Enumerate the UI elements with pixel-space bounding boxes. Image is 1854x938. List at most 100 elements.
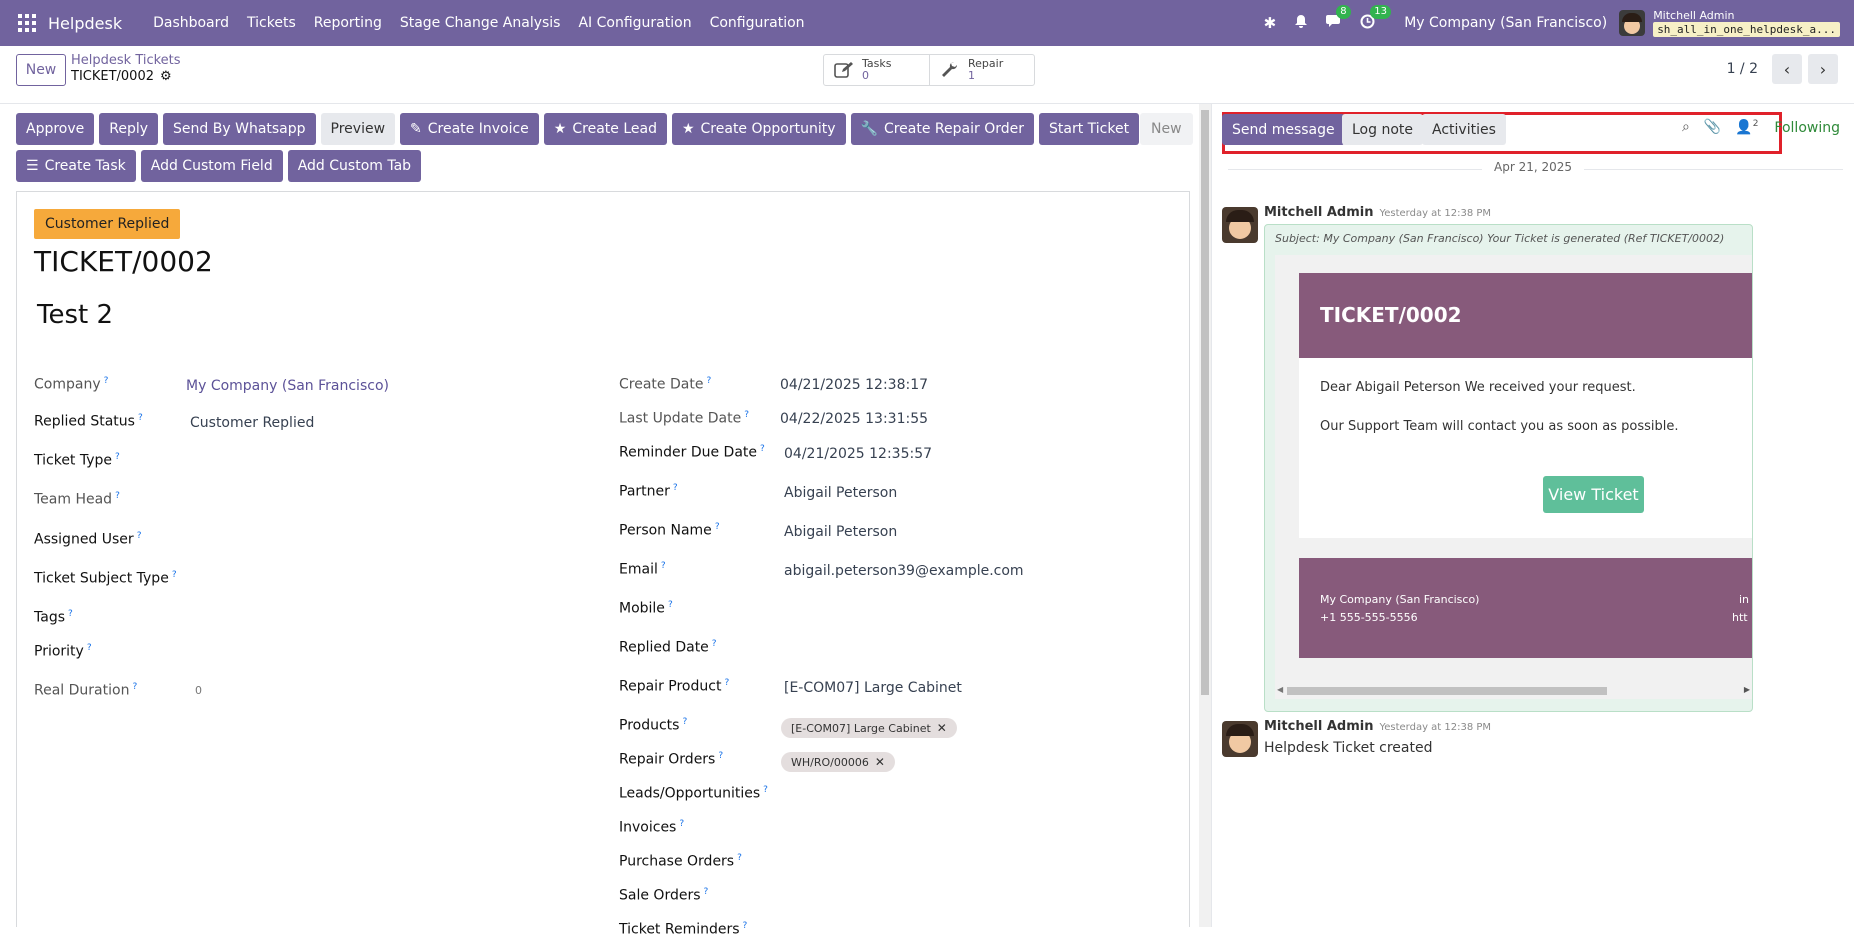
create-invoice-button[interactable]: ✎ Create Invoice (400, 113, 539, 145)
sale-orders-label: Sale Orders? (619, 887, 709, 904)
person-name-label: Person Name? (619, 522, 720, 539)
log-note-button[interactable]: Log note (1342, 114, 1423, 145)
create-opportunity-button[interactable]: ★ Create Opportunity (671, 113, 846, 145)
bell-icon[interactable] (1294, 14, 1308, 33)
remove-tag-icon[interactable]: ✕ (875, 755, 885, 769)
create-lead-label: Create Lead (572, 121, 657, 137)
reminder-due-date-value[interactable]: 04/21/2025 12:35:57 (784, 446, 932, 462)
paperclip-icon[interactable]: 📎 (1704, 119, 1721, 136)
message-bubble: Subject: My Company (San Francisco) Your… (1264, 224, 1753, 712)
email-line2: Our Support Team will contact you as soo… (1320, 419, 1679, 434)
email-footer: My Company (San Francisco) +1 555-555-55… (1299, 558, 1752, 658)
create-invoice-label: Create Invoice (427, 121, 529, 137)
start-ticket-button[interactable]: Start Ticket (1038, 113, 1140, 145)
user-menu[interactable]: Mitchell Admin sh_all_in_one_helpdesk_a.… (1653, 9, 1840, 37)
edit-icon (834, 62, 853, 78)
create-repair-order-label: Create Repair Order (883, 121, 1024, 137)
pager-value[interactable]: 1 / 2 (1727, 61, 1758, 77)
create-lead-button[interactable]: ★ Create Lead (543, 113, 667, 145)
database-name: sh_all_in_one_helpdesk_a... (1653, 22, 1840, 37)
pager: 1 / 2 ‹ › (1727, 54, 1838, 84)
preview-button[interactable]: Preview (320, 113, 396, 145)
repair-order-tag[interactable]: WH/RO/00006 ✕ (781, 752, 895, 772)
scroll-left-icon[interactable]: ◀ (1277, 685, 1283, 694)
replied-status-value[interactable]: Customer Replied (190, 415, 314, 431)
message-author[interactable]: Mitchell Admin Yesterday at 12:38 PM (1264, 719, 1491, 734)
repair-smart-button[interactable]: Repair 1 (929, 55, 1034, 85)
author-avatar[interactable] (1222, 207, 1258, 243)
email-content: Dear Abigail Peterson We received your r… (1299, 358, 1752, 538)
menu-stage-change-analysis[interactable]: Stage Change Analysis (391, 15, 570, 31)
pager-next-button[interactable]: › (1808, 54, 1838, 84)
form-sheet: Customer Replied TICKET/0002 Test 2 Comp… (16, 191, 1190, 938)
message-author[interactable]: Mitchell Admin Yesterday at 12:38 PM (1264, 205, 1491, 220)
activities-badge: 13 (1370, 4, 1391, 19)
top-navbar: Helpdesk Dashboard Tickets Reporting Sta… (0, 0, 1854, 46)
invoices-label: Invoices? (619, 819, 685, 836)
send-by-whatsapp-button[interactable]: Send By Whatsapp (163, 113, 316, 145)
ticket-type-label: Ticket Type? (34, 452, 120, 469)
star-icon: ★ (681, 121, 695, 137)
breadcrumb-parent[interactable]: Helpdesk Tickets (71, 53, 181, 69)
assigned-user-label: Assigned User? (34, 531, 142, 548)
author-avatar[interactable] (1222, 721, 1258, 757)
add-custom-tab-button[interactable]: Add Custom Tab (287, 150, 422, 182)
messages-icon[interactable]: 8 (1326, 5, 1351, 32)
footer-phone: +1 555-555-5556 (1320, 611, 1418, 624)
create-task-label: Create Task (44, 158, 126, 174)
create-task-button[interactable]: ☰ Create Task (16, 150, 136, 182)
activities-button[interactable]: Activities (1422, 114, 1506, 145)
menu-dashboard[interactable]: Dashboard (144, 15, 238, 31)
product-tag[interactable]: [E-COM07] Large Cabinet ✕ (781, 718, 957, 738)
apps-menu-icon[interactable] (18, 14, 36, 32)
customer-replied-ribbon: Customer Replied (34, 209, 181, 239)
scroll-right-icon[interactable]: ▶ (1744, 685, 1750, 694)
new-button[interactable]: New (16, 54, 66, 86)
company-switcher[interactable]: My Company (San Francisco) (1404, 15, 1607, 31)
purchase-orders-label: Purchase Orders? (619, 853, 742, 870)
email-label: Email? (619, 561, 666, 578)
reply-button[interactable]: Reply (99, 113, 159, 145)
tasks-smart-button[interactable]: Tasks 0 (824, 55, 929, 85)
form-scrollbar[interactable] (1199, 104, 1211, 927)
menu-reporting[interactable]: Reporting (305, 15, 391, 31)
send-message-button[interactable]: Send message (1222, 114, 1345, 145)
message-time: Yesterday at 12:38 PM (1379, 722, 1492, 733)
repair-order-tag-label: WH/RO/00006 (791, 756, 869, 769)
last-update-date-label: Last Update Date? (619, 410, 750, 427)
menu-configuration[interactable]: Configuration (701, 15, 814, 31)
add-custom-field-button[interactable]: Add Custom Field (140, 150, 283, 182)
create-repair-order-button[interactable]: 🔧 Create Repair Order (850, 113, 1034, 145)
activities-clock-icon[interactable]: 13 (1360, 4, 1391, 33)
company-value[interactable]: My Company (San Francisco) (186, 378, 389, 394)
team-head-label: Team Head? (34, 491, 120, 508)
ticket-subject[interactable]: Test 2 (37, 300, 113, 330)
email-horizontal-scrollbar[interactable]: ◀ ▶ (1275, 683, 1752, 699)
person-name-value[interactable]: Abigail Peterson (784, 524, 897, 540)
remove-tag-icon[interactable]: ✕ (937, 721, 947, 735)
pager-previous-button[interactable]: ‹ (1772, 54, 1802, 84)
app-brand[interactable]: Helpdesk (48, 14, 122, 33)
menu-tickets[interactable]: Tickets (238, 15, 305, 31)
repair-product-value[interactable]: [E-COM07] Large Cabinet (784, 680, 962, 696)
create-date-label: Create Date? (619, 376, 712, 393)
email-value[interactable]: abigail.peterson39@example.com (784, 563, 1024, 579)
priority-label: Priority? (34, 643, 92, 660)
followers-icon[interactable]: 👤2 (1735, 119, 1758, 136)
view-ticket-button[interactable]: View Ticket (1543, 476, 1644, 513)
gear-icon[interactable]: ⚙ (160, 69, 172, 85)
approve-button[interactable]: Approve (16, 113, 95, 145)
partner-value[interactable]: Abigail Peterson (784, 485, 897, 501)
leads-opportunities-label: Leads/Opportunities? (619, 785, 768, 802)
menu-ai-configuration[interactable]: AI Configuration (569, 15, 700, 31)
search-icon[interactable]: ⌕ (1682, 119, 1690, 136)
real-duration-value: 0 (195, 684, 202, 697)
user-avatar[interactable] (1619, 10, 1646, 36)
breadcrumb: Helpdesk Tickets TICKET/0002 ⚙ (71, 53, 181, 85)
bug-icon[interactable]: ✱ (1264, 14, 1277, 32)
following-button[interactable]: Following (1774, 120, 1840, 136)
star-icon: ★ (553, 121, 567, 137)
email-title: TICKET/0002 (1299, 273, 1752, 358)
action-buttons: Approve Reply Send By Whatsapp Preview ✎… (16, 113, 1186, 187)
stage-new[interactable]: New (1140, 113, 1193, 145)
